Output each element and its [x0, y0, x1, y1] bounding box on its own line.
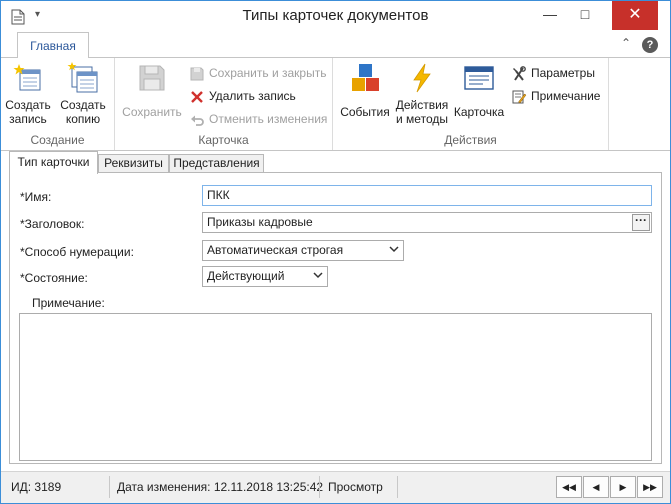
- app-window: ▾ Типы карточек документов — □ ✕ Главная…: [0, 0, 671, 504]
- note-pencil-icon: [512, 90, 527, 104]
- save-and-close-label: Сохранить и закрыть: [209, 66, 327, 80]
- card-type-panel: *Имя: ПКК *Заголовок: Приказы кадровые ·…: [9, 172, 662, 464]
- save-close-icon: [190, 67, 204, 81]
- header-input[interactable]: Приказы кадровые ···: [202, 212, 652, 233]
- cancel-changes-label: Отменить изменения: [209, 112, 328, 126]
- delete-x-icon: [191, 91, 203, 103]
- last-record-button[interactable]: ▶▶: [637, 476, 663, 498]
- status-bar: ИД: 3189 Дата изменения: 12.11.2018 13:2…: [1, 471, 670, 503]
- first-record-button[interactable]: ◀◀: [556, 476, 582, 498]
- document-tab-strip: Тип карточки Реквизиты Представления: [1, 151, 670, 174]
- name-input[interactable]: ПКК: [202, 185, 652, 206]
- save-disk-icon: [139, 65, 165, 91]
- actions-methods-label-2: и методы: [396, 112, 448, 126]
- tools-icon: [513, 66, 526, 81]
- header-ellipsis-button[interactable]: ···: [632, 214, 650, 231]
- view-mode: Просмотр: [328, 480, 383, 494]
- events-button[interactable]: События: [337, 62, 393, 119]
- chevron-down-icon: [389, 246, 399, 253]
- tab-requisites[interactable]: Реквизиты: [98, 154, 169, 173]
- create-copy-button[interactable]: Создать копию: [58, 62, 108, 126]
- create-record-button[interactable]: Создать запись: [3, 62, 53, 126]
- status-separator: [397, 476, 398, 498]
- copy-record-icon: [67, 62, 98, 93]
- ribbon: Создать запись Создать копию Создание Со…: [1, 58, 670, 151]
- ribbon-group-create: Создать запись Создать копию Создание: [1, 58, 115, 150]
- group-caption-actions: Действия: [444, 133, 497, 147]
- close-button[interactable]: ✕: [612, 1, 658, 30]
- status-separator: [109, 476, 110, 498]
- lightning-icon: [413, 63, 431, 93]
- name-label: *Имя:: [20, 190, 52, 204]
- record-id: ИД: 3189: [11, 480, 62, 494]
- ribbon-group-actions: События Действия и методы Карточка Парам…: [333, 58, 609, 150]
- status-separator: [319, 476, 320, 498]
- create-record-label-1: Создать: [5, 98, 51, 112]
- maximize-button[interactable]: □: [568, 1, 602, 30]
- card-form-button[interactable]: Карточка: [451, 62, 507, 119]
- chevron-down-icon: [313, 272, 323, 279]
- group-caption-create: Создание: [30, 133, 85, 147]
- prev-record-button[interactable]: ◀: [583, 476, 609, 498]
- create-copy-label-2: копию: [65, 112, 101, 126]
- next-record-button[interactable]: ▶: [610, 476, 636, 498]
- create-copy-label-1: Создать: [60, 98, 106, 112]
- state-label: *Состояние:: [20, 271, 88, 285]
- tab-card-type[interactable]: Тип карточки: [9, 151, 98, 174]
- actions-methods-label-1: Действия: [395, 98, 449, 112]
- events-label: События: [340, 105, 390, 119]
- undo-icon: [191, 115, 204, 126]
- note-field-label: Примечание:: [32, 296, 105, 310]
- header-value: Приказы кадровые: [207, 215, 313, 229]
- help-icon[interactable]: ?: [642, 37, 658, 53]
- numbering-value: Автоматическая строгая: [207, 243, 344, 257]
- numbering-label: *Способ нумерации:: [20, 245, 134, 259]
- card-form-label: Карточка: [453, 105, 505, 119]
- save-label: Сохранить: [122, 105, 182, 119]
- delete-record-label: Удалить запись: [209, 89, 296, 103]
- title-bar: ▾ Типы карточек документов — □ ✕: [1, 1, 670, 32]
- events-blocks-icon: [352, 64, 379, 91]
- state-value: Действующий: [207, 269, 285, 283]
- parameters-label: Параметры: [531, 66, 595, 80]
- ribbon-group-card: Сохранить Сохранить и закрыть Удалить за…: [115, 58, 333, 150]
- note-textarea[interactable]: [19, 313, 652, 461]
- minimize-button[interactable]: —: [533, 1, 567, 30]
- group-caption-card: Карточка: [198, 133, 249, 147]
- collapse-ribbon-icon[interactable]: ⌃: [621, 36, 631, 50]
- new-record-icon: [13, 64, 41, 91]
- card-form-icon: [464, 66, 494, 90]
- actions-methods-button[interactable]: Действия и методы: [393, 62, 451, 126]
- modified-date: Дата изменения: 12.11.2018 13:25:42: [117, 480, 324, 494]
- tab-home[interactable]: Главная: [17, 32, 89, 59]
- numbering-select[interactable]: Автоматическая строгая: [202, 240, 404, 261]
- state-select[interactable]: Действующий: [202, 266, 328, 287]
- ribbon-tab-strip: Главная ⌃ ?: [1, 32, 670, 59]
- note-label: Примечание: [531, 89, 601, 103]
- create-record-label-2: запись: [9, 112, 47, 126]
- save-button[interactable]: Сохранить: [121, 62, 183, 119]
- tab-views[interactable]: Представления: [169, 154, 264, 173]
- header-label: *Заголовок:: [20, 217, 85, 231]
